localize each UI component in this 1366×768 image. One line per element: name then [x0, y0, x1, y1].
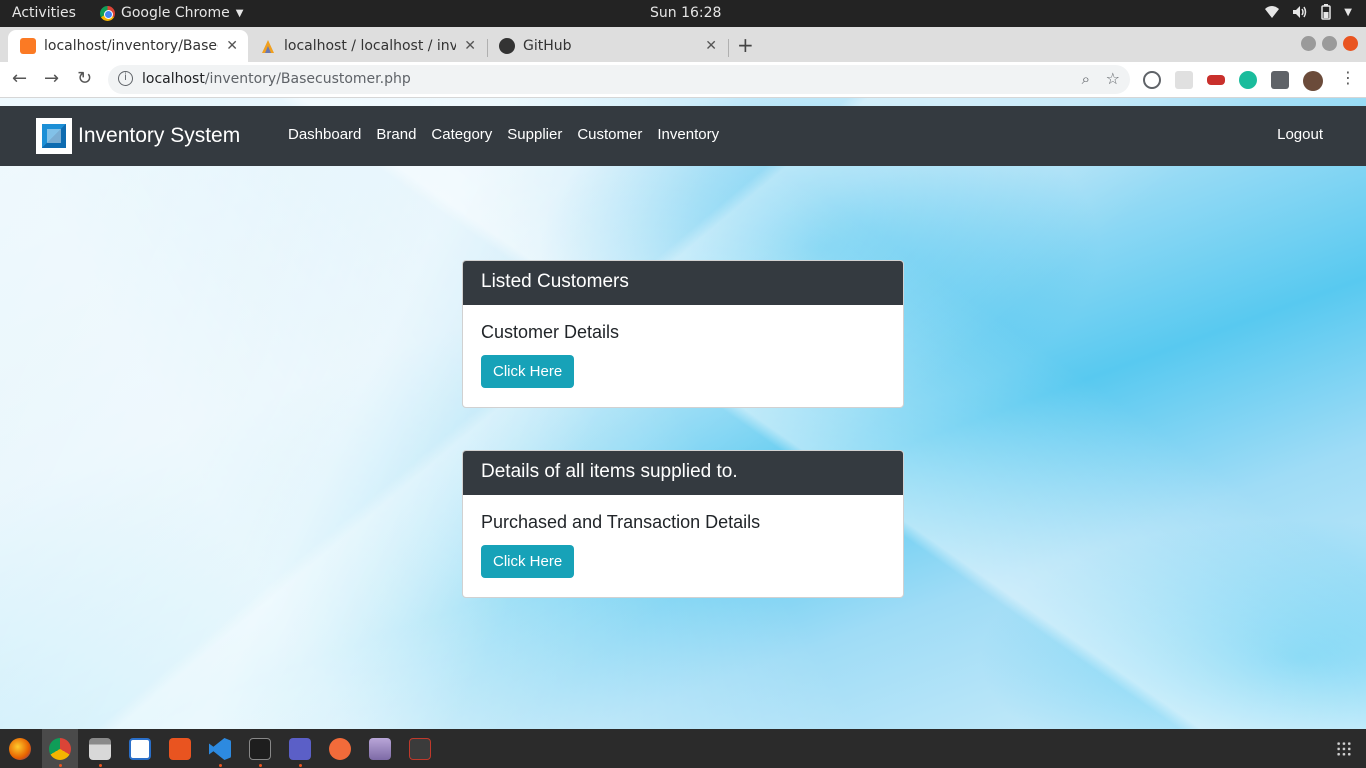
xampp-favicon-icon [20, 38, 36, 54]
show-applications-icon[interactable] [1336, 741, 1352, 757]
extension-react-icon[interactable] [1175, 71, 1193, 89]
app-menu[interactable]: Google Chrome ▼ [100, 5, 243, 21]
profile-avatar[interactable] [1303, 71, 1323, 91]
tab-title: GitHub [523, 38, 572, 54]
customer-details-button[interactable]: Click Here [481, 355, 575, 388]
browser-toolbar: ← → ↻ i localhost/inventory/Basecustomer… [0, 62, 1366, 98]
reload-icon[interactable]: ↻ [77, 68, 92, 89]
writer-icon[interactable] [129, 738, 151, 760]
running-indicator [259, 764, 262, 767]
tab-title: localhost / localhost / inventory [284, 38, 457, 54]
url-text[interactable]: localhost/inventory/Basecustomer.php [142, 71, 411, 87]
terminal-icon[interactable] [249, 738, 271, 760]
nav-supplier[interactable]: Supplier [507, 126, 562, 143]
forward-arrow-icon[interactable]: → [44, 68, 59, 89]
card-header: Details of all items supplied to. [463, 451, 903, 495]
dock [0, 729, 1366, 768]
nav-customer[interactable]: Customer [577, 126, 642, 143]
battery-icon [1321, 4, 1332, 20]
tab-strip: localhost/inventory/Basecustomer.php ✕ l… [0, 27, 1366, 62]
close-tab-icon[interactable]: ✕ [464, 38, 476, 54]
github-favicon-icon [499, 38, 515, 54]
tab-basecustomer[interactable]: localhost/inventory/Basecustomer.php ✕ [8, 30, 248, 62]
running-indicator [59, 764, 62, 767]
tab-separator [728, 39, 729, 57]
database-icon[interactable] [369, 738, 391, 760]
teams-icon[interactable] [289, 738, 311, 760]
maximize-icon[interactable] [1322, 36, 1337, 51]
running-indicator [99, 764, 102, 767]
extensions-puzzle-icon[interactable] [1271, 71, 1289, 89]
new-tab-button[interactable]: + [737, 33, 754, 57]
phpmyadmin-favicon-icon [262, 40, 274, 53]
card-header: Listed Customers [463, 261, 903, 305]
brand-name: Inventory System [78, 124, 241, 147]
card-body: Customer Details Click Here [463, 305, 903, 407]
extension-devtools-icon[interactable] [1143, 71, 1161, 89]
window-controls [1301, 36, 1358, 51]
firefox-icon[interactable] [9, 738, 31, 760]
menu-kebab-icon[interactable]: ⋮ [1340, 68, 1356, 87]
wifi-icon [1265, 6, 1280, 18]
caret-down-icon: ▼ [235, 7, 244, 19]
close-window-icon[interactable] [1343, 36, 1358, 51]
address-bar[interactable]: i localhost/inventory/Basecustomer.php ⌕… [108, 65, 1130, 94]
nav-inventory[interactable]: Inventory [657, 126, 719, 143]
logout-link[interactable]: Logout [1277, 126, 1323, 143]
vscode-icon[interactable] [209, 738, 231, 760]
card-title: Purchased and Transaction Details [481, 512, 761, 532]
chrome-icon [100, 5, 115, 21]
web-page: Inventory System Dashboard Brand Categor… [0, 98, 1366, 729]
navbar-brand[interactable]: Inventory System [36, 118, 240, 154]
tab-phpmyadmin[interactable]: localhost / localhost / inventory ✕ [248, 30, 486, 62]
app-menu-label: Google Chrome [121, 5, 230, 21]
card-title: Customer Details [481, 322, 620, 342]
inventory-logo-icon [36, 118, 72, 154]
activities-button[interactable]: Activities [12, 5, 76, 21]
info-icon[interactable]: i [118, 71, 133, 86]
transaction-details-button[interactable]: Click Here [481, 545, 575, 578]
nav-dashboard[interactable]: Dashboard [288, 126, 361, 143]
files-icon[interactable] [89, 738, 111, 760]
url-host: localhost [142, 71, 205, 87]
caret-down-icon: ▼ [1344, 6, 1352, 18]
system-tray[interactable]: ▼ [1264, 4, 1352, 20]
close-tab-icon[interactable]: ✕ [226, 38, 238, 54]
nav-links: Dashboard Brand Category Supplier Custom… [288, 126, 719, 143]
tab-github[interactable]: GitHub ✕ [487, 30, 727, 62]
back-arrow-icon[interactable]: ← [12, 68, 27, 89]
software-center-icon[interactable] [169, 738, 191, 760]
screen-recorder-icon[interactable] [409, 738, 431, 760]
items-supplied-card: Details of all items supplied to. Purcha… [462, 450, 904, 598]
minimize-icon[interactable] [1301, 36, 1316, 51]
chrome-dock-icon[interactable] [49, 738, 71, 760]
close-tab-icon[interactable]: ✕ [705, 38, 717, 54]
nav-category[interactable]: Category [431, 126, 492, 143]
nav-brand[interactable]: Brand [376, 126, 416, 143]
extension-mask-icon[interactable] [1207, 75, 1225, 85]
running-indicator [299, 764, 302, 767]
extension-m-icon[interactable] [1239, 71, 1257, 89]
url-path: /inventory/Basecustomer.php [204, 71, 411, 87]
zoom-icon[interactable]: ⌕ [1082, 70, 1090, 88]
postman-icon[interactable] [329, 738, 351, 760]
clock[interactable]: Sun 16:28 [650, 5, 721, 21]
app-navbar: Inventory System Dashboard Brand Categor… [0, 106, 1366, 166]
bookmark-star-icon[interactable]: ☆ [1106, 69, 1120, 88]
volume-icon [1293, 6, 1307, 18]
running-indicator [219, 764, 222, 767]
tab-title: localhost/inventory/Basecustomer.php [44, 38, 218, 54]
system-top-bar: Activities Google Chrome ▼ Sun 16:28 ▼ [0, 0, 1366, 27]
listed-customers-card: Listed Customers Customer Details Click … [462, 260, 904, 408]
card-body: Purchased and Transaction Details Click … [463, 495, 903, 597]
